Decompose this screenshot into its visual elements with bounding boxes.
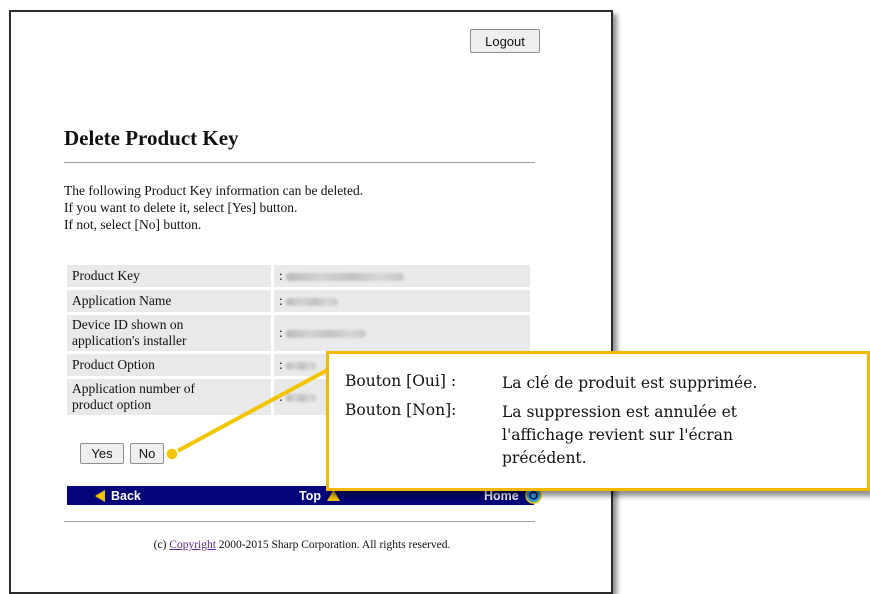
callout-yes-key: Bouton [Oui] : — [345, 372, 457, 390]
callout-no-key: Bouton [Non]: — [345, 401, 457, 419]
callout-pointer-line — [170, 365, 335, 456]
annotation-callout: Bouton [Oui] : La clé de produit est sup… — [326, 351, 870, 491]
callout-yes-desc: La clé de produit est supprimée. — [502, 374, 758, 392]
callout-row-no: Bouton [Non]: La suppression est annulée… — [345, 401, 737, 470]
callout-row-yes: Bouton [Oui] : La clé de produit est sup… — [345, 372, 757, 395]
callout-pointer-dot — [165, 447, 179, 461]
callout-no-desc: La suppression est annulée et l'affichag… — [502, 403, 738, 467]
